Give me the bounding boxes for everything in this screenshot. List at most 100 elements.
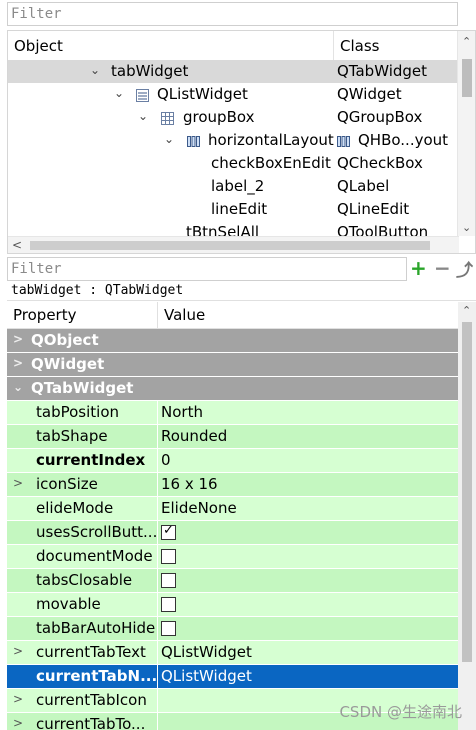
group-row-qwidget[interactable]: > QWidget — [7, 353, 458, 377]
chevron-right-icon[interactable]: > — [13, 476, 23, 490]
group-label: QTabWidget — [31, 379, 134, 397]
object-horizontal-scrollbar[interactable]: < — [8, 236, 459, 253]
property-value[interactable]: Rounded — [161, 427, 227, 445]
scrollbar-thumb[interactable] — [462, 59, 472, 97]
tree-row-tabwidget[interactable]: ⌄ tabWidget QTabWidget — [8, 60, 459, 83]
object-vertical-scrollbar[interactable]: ⌃ ⌄ — [457, 31, 475, 236]
tree-row-lineedit[interactable]: lineEdit QLineEdit — [8, 198, 459, 221]
checkbox-unchecked[interactable] — [161, 573, 176, 588]
chevron-right-icon[interactable]: > — [13, 644, 23, 658]
tree-row-name: checkBoxEnEdit — [211, 154, 331, 172]
tree-row-class: QLineEdit — [337, 200, 410, 218]
checkmark-icon: ✓ — [163, 523, 174, 538]
remove-property-icon[interactable]: − — [434, 256, 451, 280]
tree-row-class: QWidget — [337, 85, 402, 103]
hbox-layout-icon — [337, 134, 350, 147]
scrollbar-thumb[interactable] — [462, 322, 472, 662]
group-row-qtabwidget[interactable]: ⌄ QTabWidget — [7, 377, 458, 401]
tree-row-class: QTabWidget — [337, 62, 428, 80]
property-row-documentmode[interactable]: documentMode — [7, 545, 458, 569]
property-filter-input[interactable] — [8, 258, 406, 280]
tree-row-qlistwidget[interactable]: ⌄ QListWidget QWidget — [8, 83, 459, 106]
property-row-currenttabtext[interactable]: > currentTabText QListWidget — [7, 641, 458, 665]
column-value-header[interactable]: Value — [157, 302, 458, 329]
column-object-header[interactable]: Object — [14, 37, 63, 55]
tree-row-horizontallayout[interactable]: ⌄ horizontalLayout QHBo...yout — [8, 129, 459, 152]
tree-row-class: QCheckBox — [337, 154, 423, 172]
property-name: tabShape — [36, 427, 108, 445]
property-value[interactable]: QListWidget — [161, 667, 252, 685]
property-name: tabPosition — [36, 403, 119, 421]
object-class-label: tabWidget : QTabWidget — [7, 281, 476, 301]
tree-row-class: QLabel — [337, 177, 390, 195]
tree-row-name: label_2 — [211, 177, 265, 195]
property-toolbar: + − ⤴ — [410, 256, 476, 281]
property-name: elideMode — [36, 499, 114, 517]
property-row-currentindex[interactable]: currentIndex 0 — [7, 449, 458, 473]
property-name: currentTabText — [36, 643, 146, 661]
property-value[interactable]: ElideNone — [161, 499, 237, 517]
group-row-qobject[interactable]: > QObject — [7, 329, 458, 353]
property-value[interactable]: North — [161, 403, 203, 421]
group-label: QObject — [31, 331, 99, 349]
property-row-currenttabname[interactable]: currentTabN... QListWidget — [7, 665, 458, 689]
property-row-elidemode[interactable]: elideMode ElideNone — [7, 497, 458, 521]
property-value[interactable]: 16 x 16 — [161, 475, 218, 493]
property-name: currentTabIcon — [36, 691, 147, 709]
property-name: usesScrollButt... — [36, 523, 156, 541]
object-inspector: Object Class ⌄ tabWidget QTabWidget ⌄ QL… — [7, 30, 476, 254]
property-row-tabsclosable[interactable]: tabsClosable — [7, 569, 458, 593]
tree-row-tbtnselall[interactable]: tBtnSelAll QToolButton — [8, 221, 459, 236]
chevron-right-icon[interactable]: > — [13, 716, 23, 730]
chevron-down-icon[interactable]: ⌄ — [138, 109, 148, 123]
column-class-header[interactable]: Class — [333, 31, 459, 62]
property-name: documentMode — [36, 547, 153, 565]
tree-row-label2[interactable]: label_2 QLabel — [8, 175, 459, 198]
object-inspector-header: Object Class — [8, 31, 459, 63]
chevron-down-icon[interactable]: ⌄ — [114, 86, 124, 100]
chevron-right-icon[interactable]: > — [13, 332, 23, 346]
tree-row-name: horizontalLayout — [208, 131, 334, 149]
grid-layout-icon — [161, 111, 174, 125]
chevron-down-icon[interactable]: ⌄ — [13, 380, 23, 394]
tree-row-name: tabWidget — [111, 62, 189, 80]
checkbox-unchecked[interactable] — [161, 549, 176, 564]
property-row-iconsize[interactable]: > iconSize 16 x 16 — [7, 473, 458, 497]
column-property-header[interactable]: Property — [13, 306, 76, 324]
scroll-down-icon[interactable]: ⌄ — [462, 221, 471, 234]
scroll-up-icon[interactable]: ⌃ — [462, 304, 471, 317]
checkbox-unchecked[interactable] — [161, 621, 176, 636]
property-value[interactable]: 0 — [161, 451, 171, 469]
property-row-tabposition[interactable]: tabPosition North — [7, 401, 458, 425]
chevron-down-icon[interactable]: ⌄ — [164, 132, 174, 146]
property-name: currentTabN... — [36, 667, 156, 685]
add-property-icon[interactable]: + — [410, 256, 427, 280]
tree-row-groupbox[interactable]: ⌄ groupBox QGroupBox — [8, 106, 459, 129]
tree-row-name: groupBox — [183, 108, 255, 126]
tree-row-checkboxenedit[interactable]: checkBoxEnEdit QCheckBox — [8, 152, 459, 175]
chevron-right-icon[interactable]: > — [13, 356, 23, 370]
property-row-tabshape[interactable]: tabShape Rounded — [7, 425, 458, 449]
chevron-down-icon[interactable]: ⌄ — [90, 63, 100, 77]
scrollbar-thumb[interactable] — [30, 241, 430, 250]
list-widget-icon — [136, 88, 149, 102]
property-filter[interactable] — [7, 257, 407, 281]
wrench-icon[interactable]: ⤴ — [456, 256, 473, 281]
chevron-right-icon[interactable]: > — [13, 692, 23, 706]
scroll-left-icon[interactable]: < — [12, 238, 22, 252]
object-filter-input[interactable] — [8, 3, 457, 25]
scroll-up-icon[interactable]: ⌃ — [462, 35, 471, 48]
property-row-usesscrollbuttons[interactable]: usesScrollButt... ✓ — [7, 521, 458, 545]
property-row-movable[interactable]: movable — [7, 593, 458, 617]
checkbox-unchecked[interactable] — [161, 597, 176, 612]
property-name: currentTabTo... — [36, 715, 146, 730]
checkbox-checked[interactable]: ✓ — [161, 523, 176, 540]
group-label: QWidget — [31, 355, 105, 373]
property-row-tabbarautohide[interactable]: tabBarAutoHide — [7, 617, 458, 641]
hbox-layout-icon — [187, 134, 200, 147]
property-value[interactable]: QListWidget — [161, 643, 252, 661]
property-name: currentIndex — [36, 451, 146, 469]
property-vertical-scrollbar[interactable]: ⌃ — [458, 302, 476, 730]
tree-row-class: QHBo...yout — [358, 131, 449, 149]
object-filter[interactable] — [7, 2, 458, 26]
